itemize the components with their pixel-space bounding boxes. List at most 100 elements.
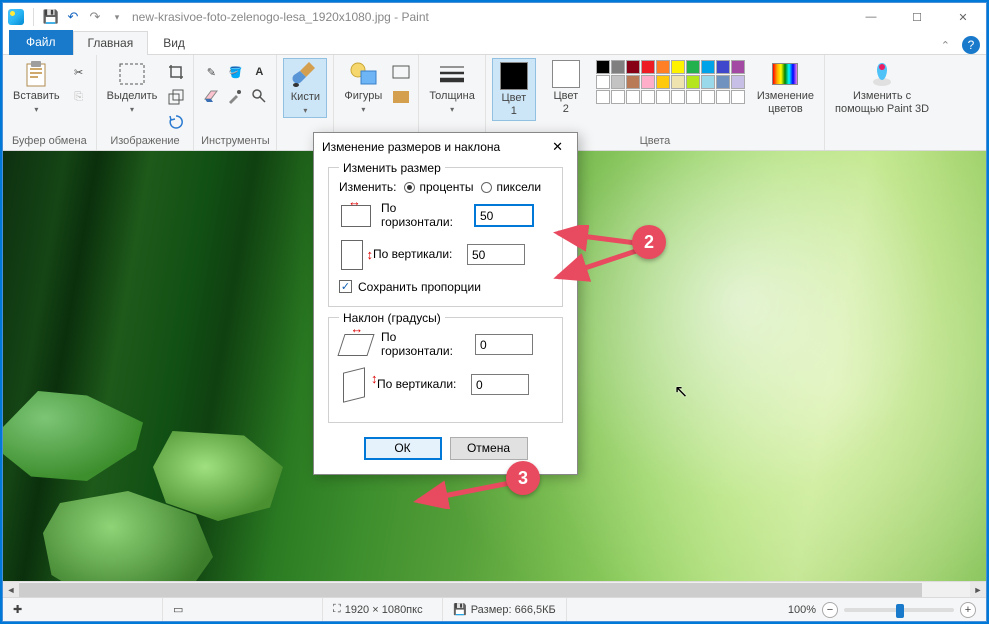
color-swatch[interactable] (671, 75, 685, 89)
cut-icon[interactable]: ✂ (68, 61, 90, 83)
filesize-icon: 💾 (453, 603, 467, 616)
zoom-slider[interactable] (844, 608, 954, 612)
color-swatch[interactable] (731, 90, 745, 104)
zoom-level: 100% (788, 604, 816, 616)
resize-horizontal-input[interactable] (475, 205, 533, 226)
color-swatch[interactable] (716, 60, 730, 74)
color-swatch[interactable] (596, 90, 610, 104)
tab-home[interactable]: Главная (73, 31, 149, 55)
minimize-button[interactable]: — (848, 3, 894, 31)
undo-icon[interactable]: ↶ (64, 8, 82, 26)
brushes-button[interactable]: Кисти ▾ (283, 58, 327, 118)
color-swatch[interactable] (656, 60, 670, 74)
copy-icon[interactable]: ⎘ (68, 86, 90, 108)
edit-colors-button[interactable]: Изменение цветов (753, 58, 818, 117)
tools-group-label: Инструменты (201, 133, 270, 150)
color-swatch[interactable] (641, 90, 655, 104)
eraser-icon[interactable] (200, 85, 222, 107)
picker-icon[interactable] (224, 85, 246, 107)
color-swatch[interactable] (611, 60, 625, 74)
horizontal-scrollbar[interactable]: ◄ ► (3, 581, 986, 597)
tab-view[interactable]: Вид (148, 31, 200, 55)
radio-pixels[interactable]: пиксели (481, 180, 541, 194)
color-swatch[interactable] (611, 75, 625, 89)
cancel-button[interactable]: Отмена (450, 437, 528, 460)
color1-button[interactable]: Цвет 1 (492, 58, 536, 121)
colors-group-label: Цвета (640, 133, 671, 150)
color-swatch[interactable] (596, 60, 610, 74)
color-swatch[interactable] (641, 75, 655, 89)
qat-dropdown-icon[interactable]: ▾ (108, 8, 126, 26)
fill-shape-icon[interactable] (390, 86, 412, 108)
color-swatch[interactable] (641, 60, 655, 74)
resize-vertical-icon (341, 240, 363, 270)
save-icon[interactable]: 💾 (42, 8, 60, 26)
color-palette[interactable] (596, 58, 745, 104)
scroll-thumb[interactable] (19, 583, 922, 597)
text-icon[interactable]: A (248, 61, 270, 83)
select-button[interactable]: Выделить ▾ (103, 58, 162, 116)
outline-icon[interactable] (390, 61, 412, 83)
skew-vertical-input[interactable] (471, 374, 529, 395)
color2-button[interactable]: Цвет 2 (544, 58, 588, 117)
paint3d-icon (868, 60, 896, 88)
color-swatch[interactable] (596, 75, 610, 89)
scroll-left-icon[interactable]: ◄ (3, 582, 19, 598)
paste-button[interactable]: Вставить ▾ (9, 58, 64, 116)
shapes-button[interactable]: Фигуры ▾ (340, 58, 386, 116)
file-size: Размер: 666,5КБ (471, 604, 556, 616)
help-icon[interactable]: ? (962, 36, 980, 54)
statusbar: ✚ ▭ ⛶1920 × 1080пкс 💾Размер: 666,5КБ 100… (3, 597, 986, 621)
color-swatch[interactable] (686, 75, 700, 89)
radio-percent[interactable]: проценты (404, 180, 473, 194)
rotate-icon[interactable] (165, 111, 187, 133)
resize-vertical-input[interactable] (467, 244, 525, 265)
zoom-icon[interactable] (248, 85, 270, 107)
color-swatch[interactable] (611, 90, 625, 104)
vertical-label: По вертикали: (373, 248, 459, 262)
tab-file[interactable]: Файл (9, 30, 73, 55)
size-button[interactable]: Толщина ▾ (425, 58, 479, 116)
color-swatch[interactable] (731, 60, 745, 74)
zoom-in-button[interactable]: + (960, 602, 976, 618)
color-swatch[interactable] (626, 90, 640, 104)
scroll-right-icon[interactable]: ► (970, 582, 986, 598)
resize-fieldset: Изменить размер Изменить: проценты пиксе… (328, 167, 563, 307)
color-swatch[interactable] (731, 75, 745, 89)
skew-horizontal-input[interactable] (475, 334, 533, 355)
color-swatch[interactable] (656, 90, 670, 104)
color-swatch[interactable] (701, 75, 715, 89)
resize-horizontal-icon (341, 205, 371, 227)
crop-icon[interactable] (165, 61, 187, 83)
pencil-icon[interactable]: ✎ (200, 61, 222, 83)
dialog-close-button[interactable]: ✕ (546, 137, 569, 157)
keep-aspect-checkbox[interactable]: ✓ Сохранить пропорции (339, 280, 552, 294)
color-swatch[interactable] (656, 75, 670, 89)
canvas-dimensions: 1920 × 1080пкс (345, 604, 423, 616)
resize-icon[interactable] (165, 86, 187, 108)
zoom-out-button[interactable]: − (822, 602, 838, 618)
maximize-button[interactable]: ☐ (894, 3, 940, 31)
fill-icon[interactable]: 🪣 (224, 61, 246, 83)
color-swatch[interactable] (671, 90, 685, 104)
redo-icon[interactable]: ↷ (86, 8, 104, 26)
color-swatch[interactable] (716, 90, 730, 104)
checkbox-icon: ✓ (339, 280, 352, 293)
color1-swatch (500, 62, 528, 90)
ok-button[interactable]: ОК (364, 437, 442, 460)
spectrum-icon (771, 60, 799, 88)
clipboard-group-label: Буфер обмена (12, 133, 87, 150)
color-swatch[interactable] (716, 75, 730, 89)
color-swatch[interactable] (626, 60, 640, 74)
ribbon-tabs: Файл Главная Вид ⌃ ? (3, 31, 986, 55)
color-swatch[interactable] (701, 60, 715, 74)
color-swatch[interactable] (671, 60, 685, 74)
color-swatch[interactable] (686, 90, 700, 104)
callout-2: 2 (632, 225, 666, 259)
color-swatch[interactable] (686, 60, 700, 74)
color-swatch[interactable] (701, 90, 715, 104)
color-swatch[interactable] (626, 75, 640, 89)
collapse-ribbon-icon[interactable]: ⌃ (935, 37, 956, 54)
paint3d-button[interactable]: Изменить с помощью Paint 3D (831, 58, 933, 117)
close-button[interactable]: ✕ (940, 3, 986, 31)
